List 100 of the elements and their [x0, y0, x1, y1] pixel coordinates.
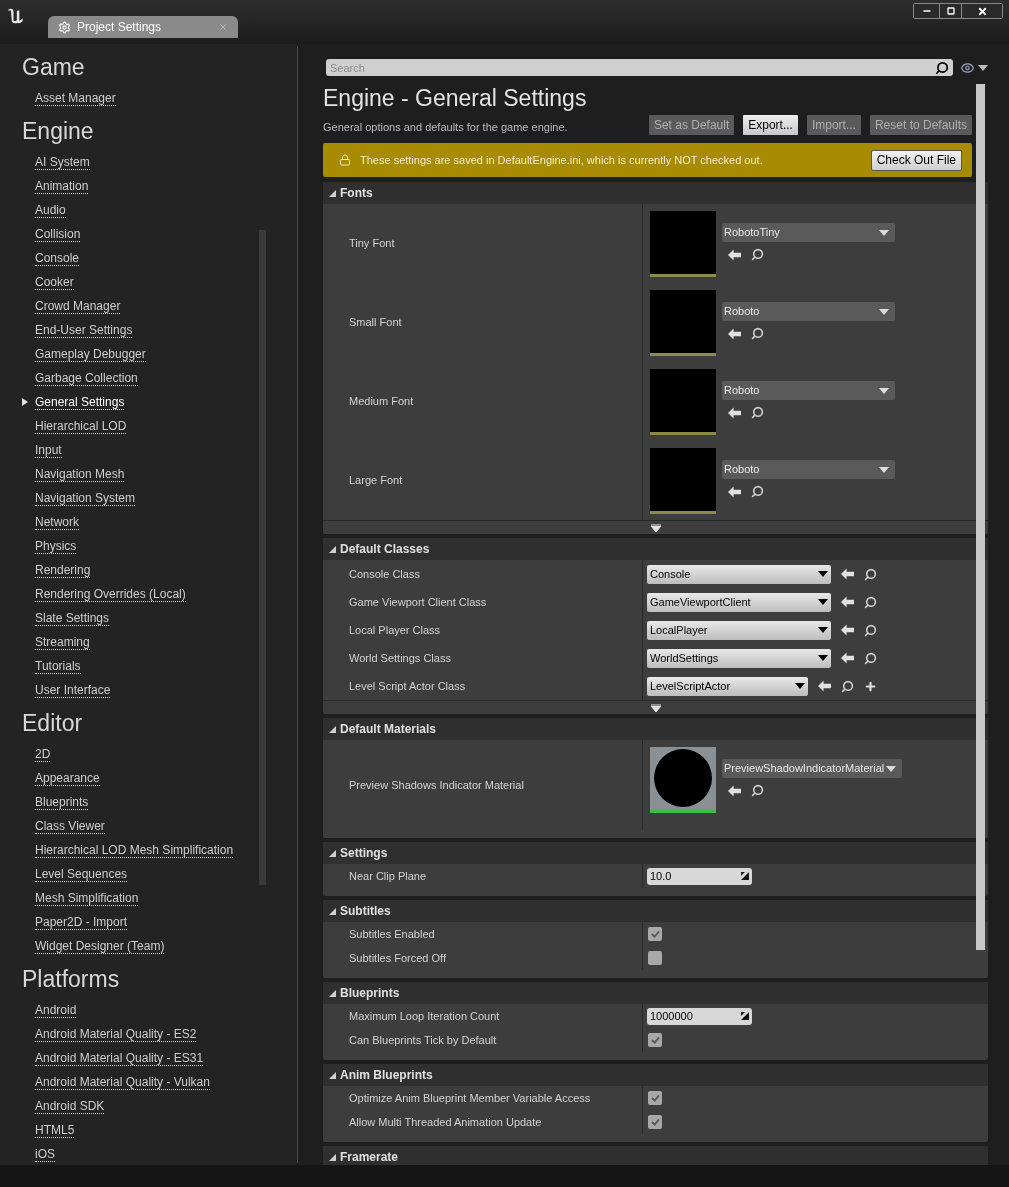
settings-link[interactable]: Input — [35, 442, 62, 458]
section-header[interactable]: Framerate — [323, 1146, 988, 1165]
expand-arrow-icon[interactable] — [329, 849, 336, 857]
expand-arrow-icon[interactable] — [329, 907, 336, 915]
settings-link[interactable]: Hierarchical LOD Mesh Simplification — [35, 842, 234, 858]
checkbox[interactable] — [648, 1033, 662, 1047]
section-header[interactable]: Blueprints — [323, 982, 988, 1004]
settings-link[interactable]: HTML5 — [35, 1122, 75, 1138]
settings-link[interactable]: Appearance — [35, 770, 100, 786]
settings-link[interactable]: Tutorials — [35, 658, 81, 674]
expand-arrow-icon[interactable] — [329, 989, 336, 997]
show-advanced-icon[interactable] — [650, 523, 661, 532]
eye-icon[interactable] — [959, 60, 976, 75]
drag-handle-icon[interactable] — [741, 872, 749, 880]
checkbox[interactable] — [648, 1115, 662, 1129]
settings-link[interactable]: Blueprints — [35, 794, 89, 810]
settings-link[interactable]: Audio — [35, 202, 66, 218]
use-selected-arrow-icon[interactable] — [728, 327, 741, 340]
search-icon[interactable] — [751, 248, 764, 261]
asset-dropdown[interactable]: Roboto — [722, 302, 895, 321]
section-header[interactable]: Settings — [323, 842, 988, 864]
expand-arrow-icon[interactable] — [329, 189, 336, 197]
settings-link[interactable]: Level Sequences — [35, 866, 128, 882]
settings-link[interactable]: Crowd Manager — [35, 298, 121, 314]
number-field[interactable]: 1000000 — [647, 1007, 752, 1025]
class-dropdown[interactable]: LevelScriptActor — [647, 676, 808, 696]
settings-link[interactable]: Gameplay Debugger — [35, 346, 146, 362]
settings-link[interactable]: iOS — [35, 1146, 55, 1162]
settings-link[interactable]: Android Material Quality - ES2 — [35, 1026, 197, 1042]
search-field[interactable]: Search — [326, 59, 953, 76]
scrollbar[interactable] — [976, 84, 985, 950]
number-field[interactable]: 10.0 — [647, 867, 752, 885]
asset-dropdown[interactable]: PreviewShadowIndicatorMaterial — [722, 759, 903, 778]
search-icon[interactable] — [841, 679, 854, 693]
use-selected-arrow-icon[interactable] — [841, 568, 854, 580]
settings-link[interactable]: Paper2D - Import — [35, 914, 128, 930]
search-icon[interactable] — [864, 567, 877, 581]
settings-link[interactable]: Android — [35, 1002, 77, 1018]
settings-link[interactable]: Garbage Collection — [35, 370, 138, 386]
class-dropdown[interactable]: Console — [647, 564, 831, 584]
use-selected-arrow-icon[interactable] — [818, 680, 831, 692]
settings-link[interactable]: Class Viewer — [35, 818, 105, 834]
expand-arrow-icon[interactable] — [329, 725, 336, 733]
section-header[interactable]: Default Classes — [323, 538, 988, 560]
checkbox[interactable] — [648, 951, 662, 965]
search-icon[interactable] — [864, 595, 877, 609]
settings-link[interactable]: Slate Settings — [35, 610, 110, 626]
asset-dropdown[interactable]: Roboto — [722, 460, 895, 479]
expand-arrow-icon[interactable] — [329, 1071, 336, 1079]
settings-link[interactable]: Rendering Overrides (Local) — [35, 586, 186, 602]
settings-link[interactable]: Navigation System — [35, 490, 136, 506]
toolbar-button[interactable]: Export... — [743, 115, 798, 135]
class-dropdown[interactable]: GameViewportClient — [647, 592, 831, 612]
use-selected-arrow-icon[interactable] — [728, 248, 741, 261]
class-dropdown[interactable]: LocalPlayer — [647, 620, 831, 640]
use-selected-arrow-icon[interactable] — [841, 624, 854, 636]
settings-link[interactable]: Cooker — [35, 274, 74, 290]
settings-link[interactable]: Console — [35, 250, 80, 266]
search-icon[interactable] — [751, 327, 764, 340]
settings-link[interactable]: General Settings — [35, 394, 125, 410]
use-selected-arrow-icon[interactable] — [841, 596, 854, 608]
settings-link[interactable]: 2D — [35, 746, 51, 762]
close-button[interactable] — [962, 4, 1002, 18]
search-icon[interactable] — [751, 406, 764, 419]
use-selected-arrow-icon[interactable] — [728, 784, 741, 797]
settings-link[interactable]: End-User Settings — [35, 322, 133, 338]
use-selected-arrow-icon[interactable] — [728, 485, 741, 498]
settings-link[interactable]: Hierarchical LOD — [35, 418, 127, 434]
class-dropdown[interactable]: WorldSettings — [647, 648, 831, 668]
settings-link[interactable]: Rendering — [35, 562, 91, 578]
add-icon[interactable] — [864, 679, 877, 693]
section-header[interactable]: Anim Blueprints — [323, 1064, 988, 1086]
checkbox[interactable] — [648, 1091, 662, 1105]
settings-link[interactable]: Android Material Quality - Vulkan — [35, 1074, 210, 1090]
settings-link[interactable]: Widget Designer (Team) — [35, 938, 165, 954]
settings-link[interactable]: Mesh Simplification — [35, 890, 139, 906]
expand-arrow-icon[interactable] — [329, 1153, 336, 1161]
settings-link[interactable]: Navigation Mesh — [35, 466, 125, 482]
section-header[interactable]: Subtitles — [323, 900, 988, 922]
use-selected-arrow-icon[interactable] — [841, 652, 854, 664]
settings-link[interactable]: Android Material Quality - ES31 — [35, 1050, 204, 1066]
expand-arrow-icon[interactable] — [329, 545, 336, 553]
settings-link[interactable]: User Interface — [35, 682, 111, 698]
minimize-button[interactable] — [914, 4, 940, 18]
settings-link[interactable]: Physics — [35, 538, 77, 554]
drag-handle-icon[interactable] — [741, 1012, 749, 1020]
search-icon[interactable] — [751, 485, 764, 498]
settings-link[interactable]: Streaming — [35, 634, 90, 650]
show-advanced-icon[interactable] — [650, 703, 661, 712]
checkbox[interactable] — [648, 927, 662, 941]
settings-link[interactable]: AI System — [35, 154, 90, 170]
settings-link[interactable]: Network — [35, 514, 79, 530]
settings-link[interactable]: Collision — [35, 226, 81, 242]
search-icon[interactable] — [751, 784, 764, 797]
check-out-button[interactable]: Check Out File — [870, 149, 962, 171]
asset-dropdown[interactable]: RobotoTiny — [722, 223, 895, 242]
search-icon[interactable] — [864, 651, 877, 665]
settings-link[interactable]: Animation — [35, 178, 89, 194]
section-header[interactable]: Default Materials — [323, 718, 988, 740]
search-icon[interactable] — [864, 623, 877, 637]
